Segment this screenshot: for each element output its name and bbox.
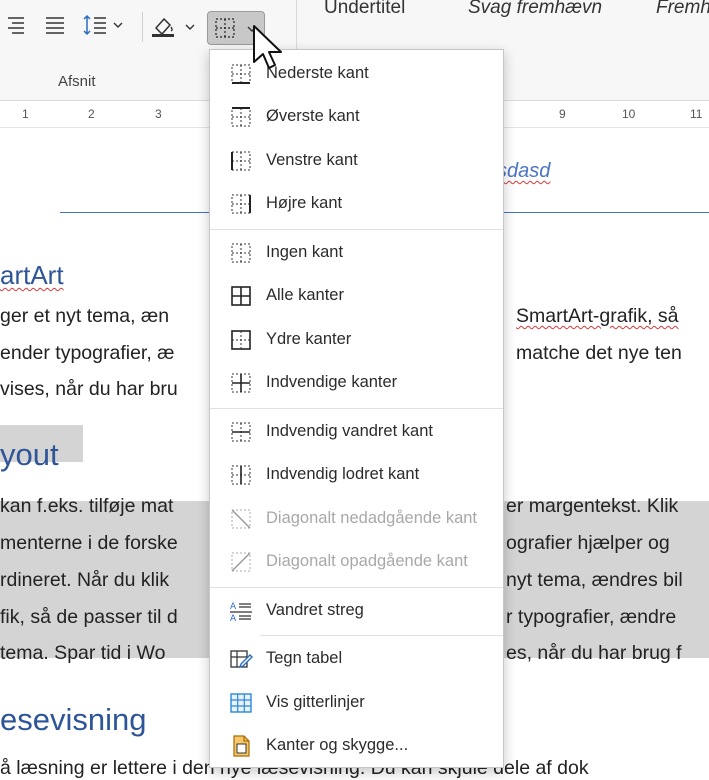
ruler-number: 11 xyxy=(690,107,703,121)
menu-item-label: Tegn tabel xyxy=(266,649,343,667)
menu-item-label: Indvendige kanter xyxy=(266,373,398,391)
body-line: ografier hjælper og xyxy=(506,532,670,554)
justify-icon[interactable] xyxy=(44,14,66,36)
left-border-icon xyxy=(231,151,251,171)
inside-horizontal-border-icon xyxy=(231,422,251,442)
body-line: nyt tema, ændres bil xyxy=(506,569,683,591)
menu-item-horizontal-line[interactable]: AA Vandret streg xyxy=(210,590,503,632)
heading-layout: yout xyxy=(0,437,59,472)
ruler-number: 3 xyxy=(155,107,162,121)
menu-item-label: Kanter og skygge... xyxy=(266,736,409,754)
menu-item-left-border[interactable]: Venstre kant xyxy=(210,140,503,182)
menu-item-outside-borders[interactable]: Ydre kanter xyxy=(210,319,503,361)
menu-item-label: Indvendig vandret kant xyxy=(266,422,433,440)
style-undertitel[interactable]: Undertitel xyxy=(324,0,405,19)
horizontal-line-icon: AA xyxy=(230,602,252,623)
mouse-pointer-icon xyxy=(253,25,282,69)
ruler-number: 1 xyxy=(22,107,29,121)
style-svag-fremhaevn[interactable]: Svag fremhævn xyxy=(468,0,602,19)
menu-item-no-border[interactable]: Ingen kant xyxy=(210,232,503,274)
body-line: vises, når du har bru xyxy=(0,378,178,400)
paragraph-group-label: Afsnit xyxy=(58,73,96,90)
diagonal-up-border-icon xyxy=(231,552,251,572)
menu-item-label: Øverste kant xyxy=(266,107,360,125)
heading-lesevisning: esevisning xyxy=(0,702,147,737)
menu-separator xyxy=(260,635,503,636)
body-line: menterne i de forske xyxy=(0,532,178,554)
body-line: er margentekst. Klik xyxy=(506,495,679,517)
menu-separator xyxy=(210,408,503,409)
top-border-icon xyxy=(231,107,251,127)
body-line: tema. Spar tid i Wo xyxy=(0,642,166,664)
inside-vertical-border-icon xyxy=(231,465,251,485)
shading-icon[interactable] xyxy=(150,14,198,38)
no-border-icon xyxy=(231,243,251,263)
line-spacing-icon[interactable] xyxy=(82,14,126,36)
menu-item-label: Indvendig lodret kant xyxy=(266,465,420,483)
svg-text:A: A xyxy=(230,614,237,623)
menu-item-label: Højre kant xyxy=(266,194,343,212)
inside-borders-icon xyxy=(231,373,251,393)
align-right-icon[interactable] xyxy=(4,14,26,36)
all-borders-icon xyxy=(231,286,251,306)
menu-item-top-border[interactable]: Øverste kant xyxy=(210,96,503,138)
menu-item-label: Vandret streg xyxy=(266,601,364,619)
body-line: r typografier, ændre xyxy=(506,606,677,628)
menu-item-borders-and-shading[interactable]: Kanter og skygge... xyxy=(210,725,503,767)
menu-item-inside-borders[interactable]: Indvendige kanter xyxy=(210,362,503,404)
body-line: kan f.eks. tilføje mat xyxy=(0,495,174,517)
body-line: fik, så de passer til d xyxy=(0,606,178,628)
heading-smartart: artArt xyxy=(0,260,64,290)
menu-item-label: Ydre kanter xyxy=(266,330,352,348)
menu-item-right-border[interactable]: Højre kant xyxy=(210,183,503,225)
view-gridlines-icon xyxy=(230,693,252,713)
menu-item-label: Alle kanter xyxy=(266,286,344,304)
menu-item-inside-vertical-border[interactable]: Indvendig lodret kant xyxy=(210,454,503,496)
menu-item-label: Diagonalt opadgående kant xyxy=(266,552,468,570)
body-line: ger et nyt tema, æn xyxy=(0,305,170,327)
body-line: matche det nye ten xyxy=(516,342,682,364)
borders-menu: Nederste kant Øverste kant Venstre kant … xyxy=(209,49,504,768)
header-text: sdasd xyxy=(497,160,551,182)
ruler-number: 9 xyxy=(559,107,566,121)
outside-borders-icon xyxy=(231,330,251,350)
svg-text:A: A xyxy=(230,602,237,612)
body-line: es, når du har brug f xyxy=(506,642,682,664)
menu-item-inside-horizontal-border[interactable]: Indvendig vandret kant xyxy=(210,411,503,453)
menu-separator xyxy=(210,229,503,230)
body-line: ender typografier, æ xyxy=(0,342,175,364)
draw-table-icon xyxy=(230,650,253,669)
menu-item-label: Ingen kant xyxy=(266,243,344,261)
menu-item-diagonal-up-border: Diagonalt opadgående kant xyxy=(210,541,503,583)
menu-item-label: Diagonalt nedadgående kant xyxy=(266,509,478,527)
ribbon-separator xyxy=(142,12,143,42)
ruler-number: 2 xyxy=(88,107,95,121)
menu-item-all-borders[interactable]: Alle kanter xyxy=(210,275,503,317)
menu-item-label: Vis gitterlinjer xyxy=(266,693,365,711)
menu-item-diagonal-down-border: Diagonalt nedadgående kant xyxy=(210,498,503,540)
bottom-border-icon xyxy=(231,64,251,84)
menu-separator xyxy=(210,587,503,588)
borders-icon xyxy=(215,18,235,38)
style-fremhaevning[interactable]: Fremh xyxy=(656,0,709,19)
ruler-number: 10 xyxy=(622,107,636,121)
right-border-icon xyxy=(231,194,251,214)
smartart-word: SmartArt-grafik, så xyxy=(516,305,679,327)
body-line: SmartArt-grafik, så xyxy=(516,305,679,328)
menu-item-draw-table[interactable]: Tegn tabel xyxy=(210,638,503,680)
diagonal-down-border-icon xyxy=(231,509,251,529)
borders-shading-icon xyxy=(233,735,250,757)
body-line: rdineret. Når du klik xyxy=(0,569,170,591)
menu-item-label: Venstre kant xyxy=(266,151,358,169)
menu-item-view-gridlines[interactable]: Vis gitterlinjer xyxy=(210,682,503,724)
